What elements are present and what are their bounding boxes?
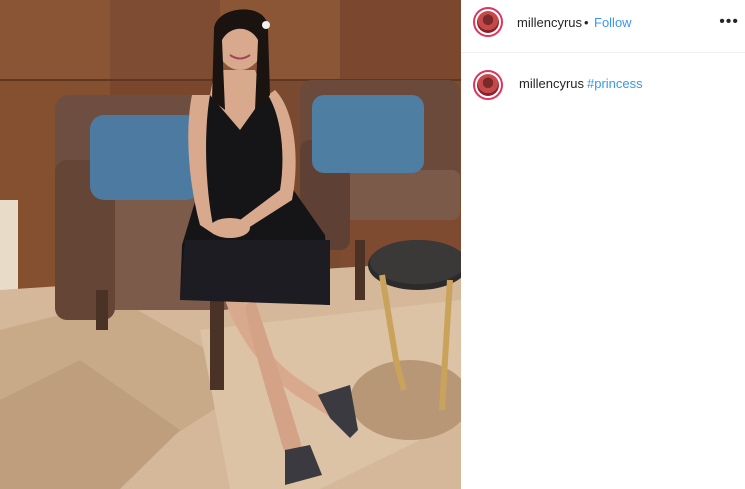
post-side-panel: millencyrus • Follow ••• millencyrus #pr… <box>461 0 745 489</box>
author-username[interactable]: millencyrus <box>517 15 582 30</box>
avatar-image <box>477 74 499 96</box>
author-avatar[interactable] <box>473 7 503 37</box>
separator-dot: • <box>584 15 589 30</box>
caption-row: millencyrus #princess <box>461 62 745 102</box>
post-photo-image <box>0 0 461 489</box>
caption-hashtag[interactable]: #princess <box>587 76 643 91</box>
more-options-icon[interactable]: ••• <box>719 13 739 31</box>
caption-avatar[interactable] <box>473 70 503 100</box>
instagram-post: millencyrus • Follow ••• millencyrus #pr… <box>0 0 745 489</box>
post-header: millencyrus • Follow ••• <box>461 0 745 53</box>
follow-button[interactable]: Follow <box>594 15 632 30</box>
avatar-image <box>477 11 499 33</box>
post-photo[interactable] <box>0 0 461 489</box>
caption-username[interactable]: millencyrus <box>519 76 584 91</box>
